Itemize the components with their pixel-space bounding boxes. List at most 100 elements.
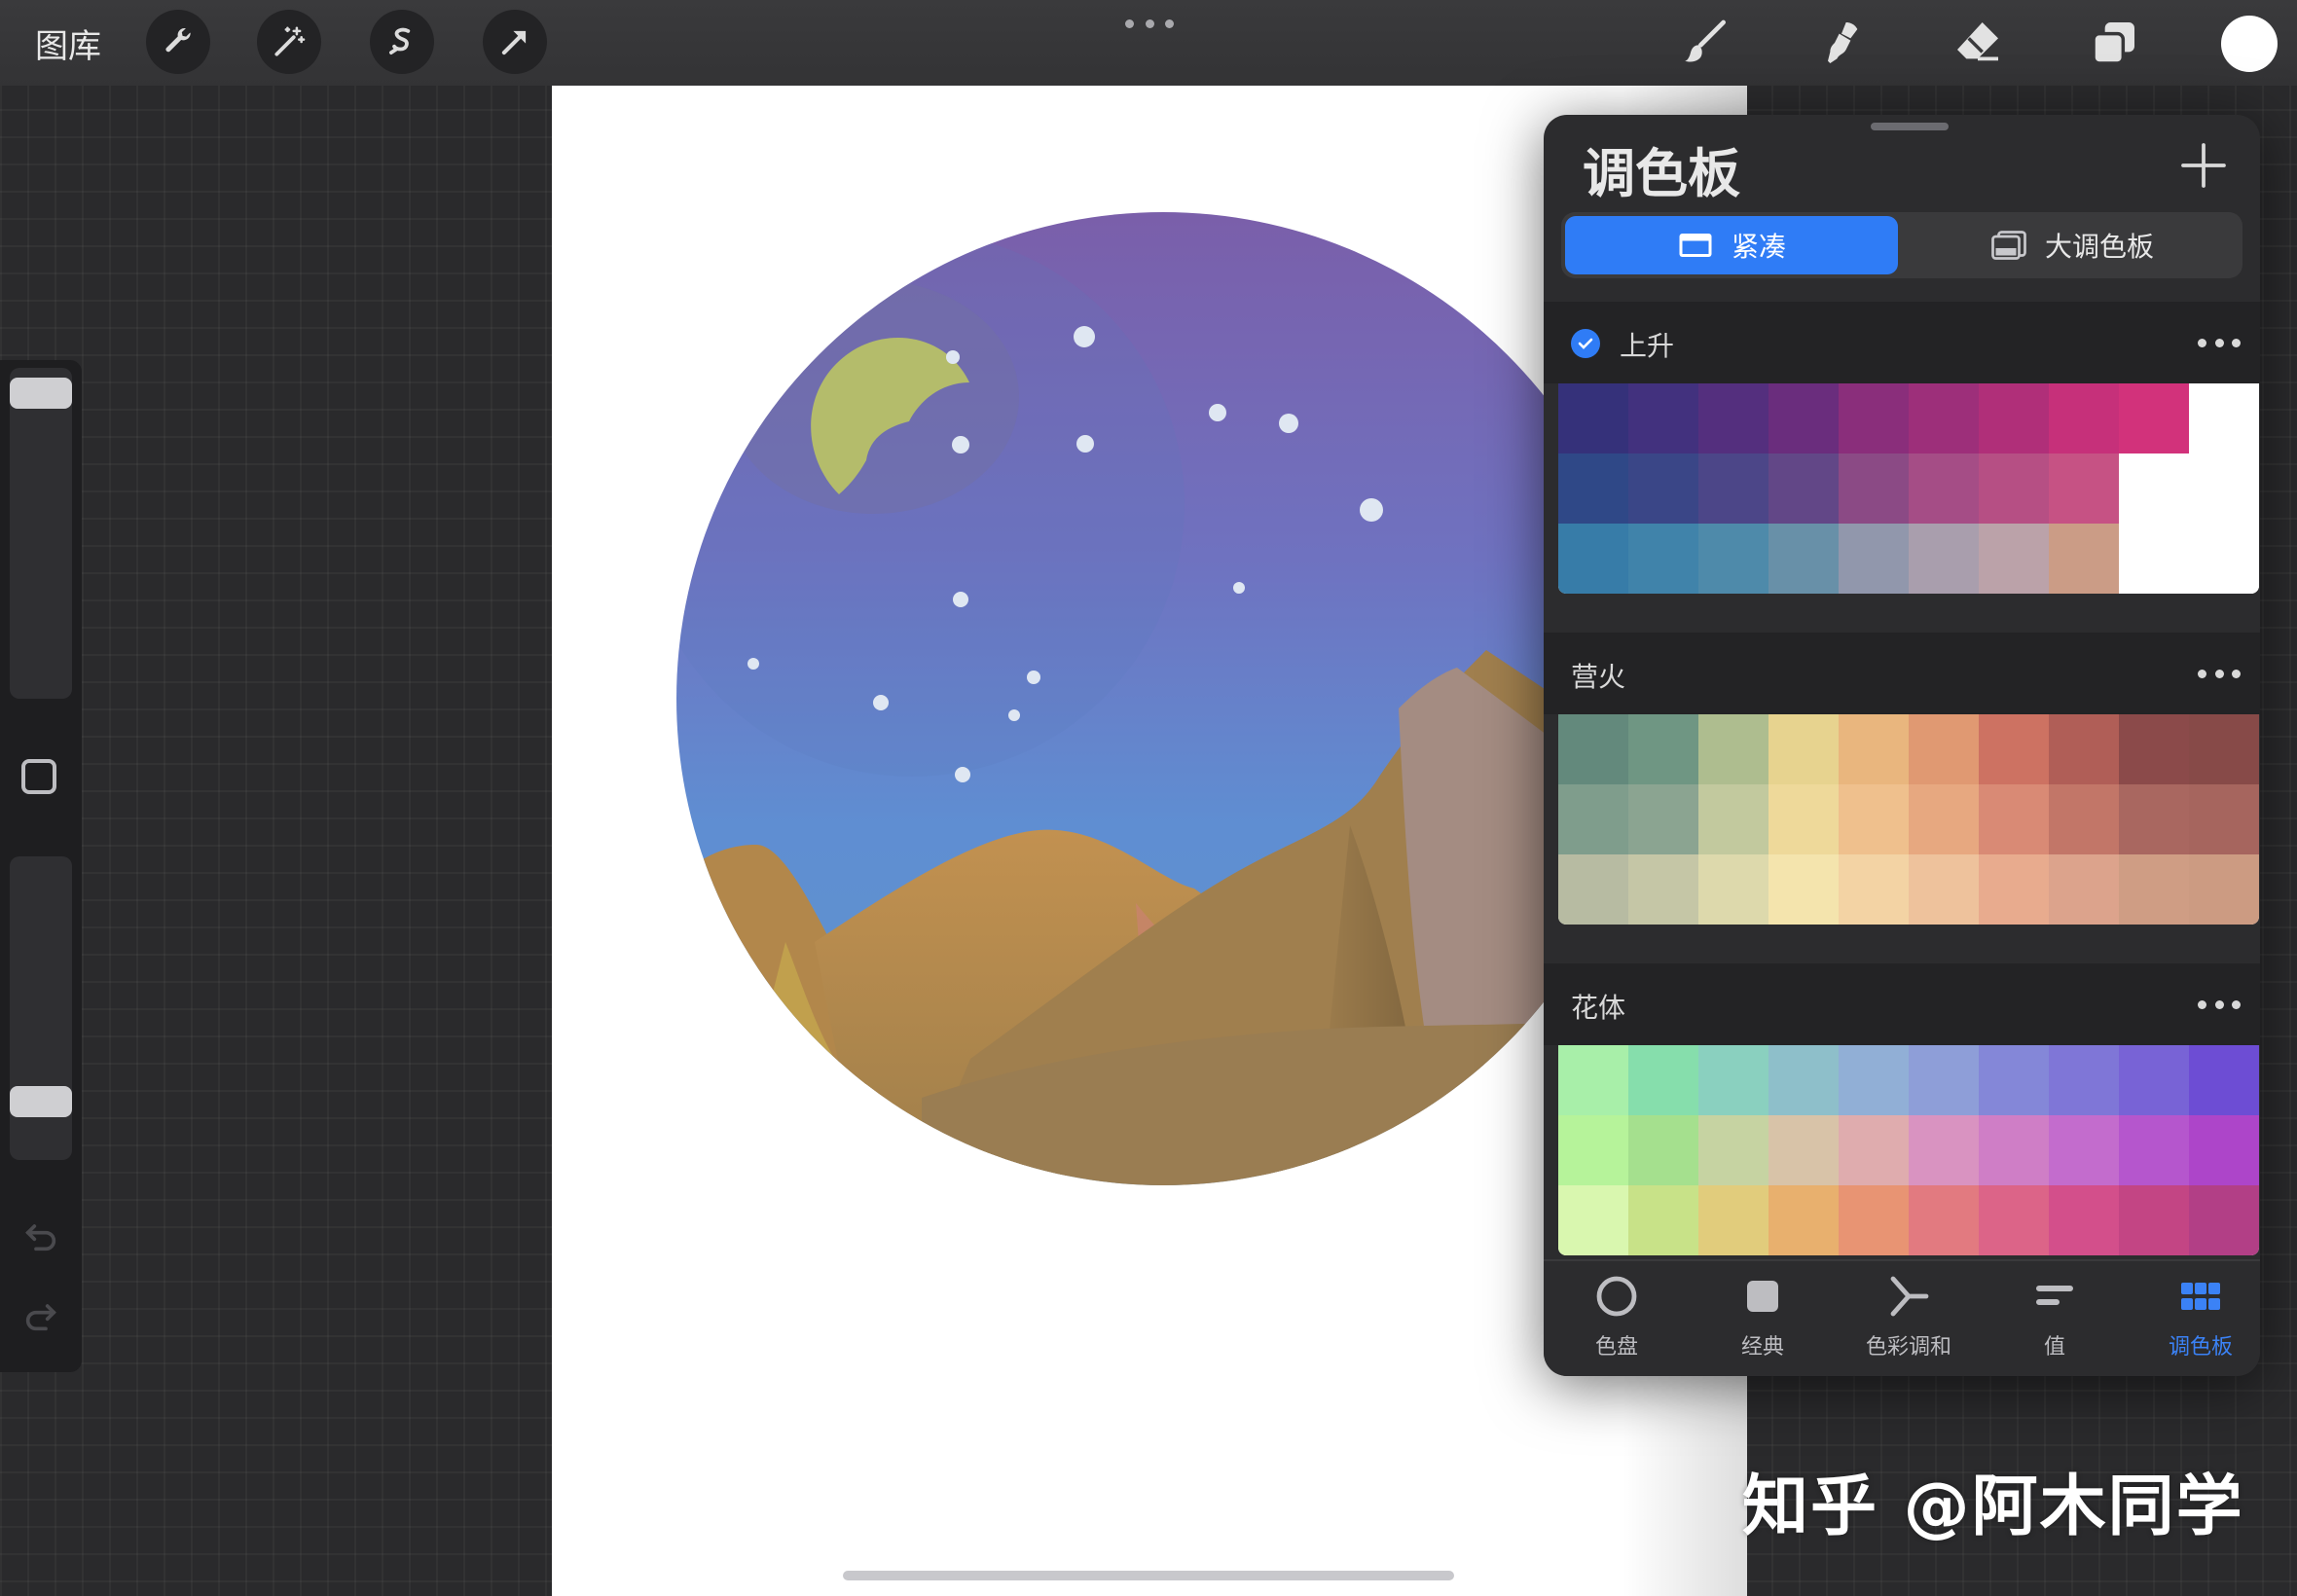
color-swatch[interactable]	[1768, 453, 1839, 524]
color-swatch[interactable]	[2189, 854, 2259, 925]
gallery-button[interactable]: 图库	[35, 19, 101, 67]
color-swatch[interactable]	[1839, 524, 1909, 594]
color-swatch[interactable]	[2049, 1045, 2119, 1115]
modify-button[interactable]	[21, 759, 56, 794]
color-swatch[interactable]	[1839, 453, 1909, 524]
color-swatch[interactable]	[2189, 1115, 2259, 1185]
selection-icon[interactable]	[370, 10, 434, 74]
color-swatch[interactable]	[2049, 1185, 2119, 1255]
color-swatch[interactable]	[1558, 453, 1628, 524]
color-swatch[interactable]	[1839, 854, 1909, 925]
color-swatch[interactable]	[1909, 453, 1979, 524]
palette-more-icon[interactable]	[2198, 998, 2241, 1010]
tab-value[interactable]: 值	[1982, 1273, 2128, 1370]
color-swatch[interactable]	[1698, 524, 1768, 594]
tab-palettes[interactable]: 调色板	[2128, 1273, 2260, 1370]
opacity-thumb[interactable]	[10, 1086, 72, 1117]
smudge-icon[interactable]	[1812, 14, 1871, 72]
color-swatch[interactable]	[1909, 383, 1979, 453]
redo-icon[interactable]	[19, 1296, 62, 1335]
color-swatch[interactable]	[1839, 1185, 1909, 1255]
tab-disc[interactable]: 色盘	[1544, 1273, 1690, 1370]
color-swatch[interactable]	[2119, 854, 2189, 925]
color-swatch[interactable]	[2119, 1115, 2189, 1185]
color-swatch[interactable]	[1558, 1185, 1628, 1255]
color-swatch[interactable]	[1558, 383, 1628, 453]
color-swatch[interactable]	[1839, 1115, 1909, 1185]
color-swatch[interactable]	[1768, 1185, 1839, 1255]
color-swatch[interactable]	[1979, 524, 2049, 594]
color-swatch[interactable]	[2189, 784, 2259, 854]
layers-icon[interactable]	[2085, 14, 2143, 72]
color-swatch[interactable]	[1628, 1185, 1698, 1255]
color-swatch[interactable]	[1628, 714, 1698, 784]
color-swatch[interactable]	[1698, 383, 1768, 453]
color-swatch[interactable]	[1698, 854, 1768, 925]
palette-more-icon[interactable]	[2198, 668, 2241, 679]
tab-classic[interactable]: 经典	[1690, 1273, 1836, 1370]
color-swatch[interactable]	[1909, 784, 1979, 854]
color-swatch[interactable]	[2189, 1045, 2259, 1115]
color-swatch[interactable]	[1979, 1045, 2049, 1115]
color-swatch[interactable]	[1698, 1045, 1768, 1115]
more-options-icon[interactable]	[1125, 14, 1174, 33]
color-swatch[interactable]	[1628, 854, 1698, 925]
tab-harmony[interactable]: 色彩调和	[1836, 1273, 1982, 1370]
color-swatch[interactable]	[1839, 714, 1909, 784]
color-swatch[interactable]	[1909, 1185, 1979, 1255]
current-color-swatch[interactable]	[2221, 16, 2278, 72]
color-swatch[interactable]	[1909, 1115, 1979, 1185]
color-swatch[interactable]	[1698, 453, 1768, 524]
palette-header[interactable]: 花体	[1544, 963, 2260, 1045]
color-swatch[interactable]	[1979, 383, 2049, 453]
color-swatch[interactable]	[1768, 1115, 1839, 1185]
color-swatch[interactable]	[1768, 383, 1839, 453]
palette-header[interactable]: 营火	[1544, 633, 2260, 714]
color-swatch[interactable]	[2119, 453, 2189, 524]
color-swatch[interactable]	[2049, 453, 2119, 524]
color-swatch[interactable]	[2189, 453, 2259, 524]
color-swatch[interactable]	[1768, 524, 1839, 594]
color-swatch[interactable]	[1839, 383, 1909, 453]
color-swatch[interactable]	[1558, 1045, 1628, 1115]
color-swatch[interactable]	[1979, 714, 2049, 784]
color-swatch[interactable]	[1909, 1045, 1979, 1115]
color-swatch[interactable]	[2189, 524, 2259, 594]
color-swatch[interactable]	[1698, 1115, 1768, 1185]
color-swatch[interactable]	[2119, 714, 2189, 784]
color-swatch[interactable]	[1698, 784, 1768, 854]
palette-header[interactable]: 上升	[1544, 302, 2260, 383]
color-swatch[interactable]	[2049, 854, 2119, 925]
color-swatch[interactable]	[1909, 854, 1979, 925]
color-swatch[interactable]	[1979, 453, 2049, 524]
color-swatch[interactable]	[1839, 784, 1909, 854]
color-swatch[interactable]	[1628, 524, 1698, 594]
color-swatch[interactable]	[1909, 714, 1979, 784]
color-swatch[interactable]	[1979, 854, 2049, 925]
color-swatch[interactable]	[2119, 383, 2189, 453]
card-view-button[interactable]: 大调色板	[1906, 216, 2239, 274]
color-swatch[interactable]	[1558, 714, 1628, 784]
color-swatch[interactable]	[1698, 714, 1768, 784]
color-swatch[interactable]	[2049, 714, 2119, 784]
color-swatch[interactable]	[1768, 854, 1839, 925]
color-swatch[interactable]	[2119, 1185, 2189, 1255]
color-swatch[interactable]	[2049, 1115, 2119, 1185]
color-swatch[interactable]	[1628, 1045, 1698, 1115]
color-swatch[interactable]	[2119, 1045, 2189, 1115]
color-swatch[interactable]	[1558, 854, 1628, 925]
undo-icon[interactable]	[19, 1216, 62, 1255]
add-palette-icon[interactable]	[2176, 138, 2231, 193]
brush-size-slider[interactable]	[10, 368, 72, 699]
color-swatch[interactable]	[1909, 524, 1979, 594]
color-swatch[interactable]	[2189, 383, 2259, 453]
color-swatch[interactable]	[2189, 1185, 2259, 1255]
color-swatch[interactable]	[2119, 784, 2189, 854]
color-swatch[interactable]	[1768, 784, 1839, 854]
panel-grabber[interactable]	[1871, 123, 1949, 130]
opacity-slider[interactable]	[10, 856, 72, 1160]
color-swatch[interactable]	[1628, 383, 1698, 453]
color-swatch[interactable]	[1558, 524, 1628, 594]
color-swatch[interactable]	[1979, 784, 2049, 854]
palette-more-icon[interactable]	[2198, 337, 2241, 348]
